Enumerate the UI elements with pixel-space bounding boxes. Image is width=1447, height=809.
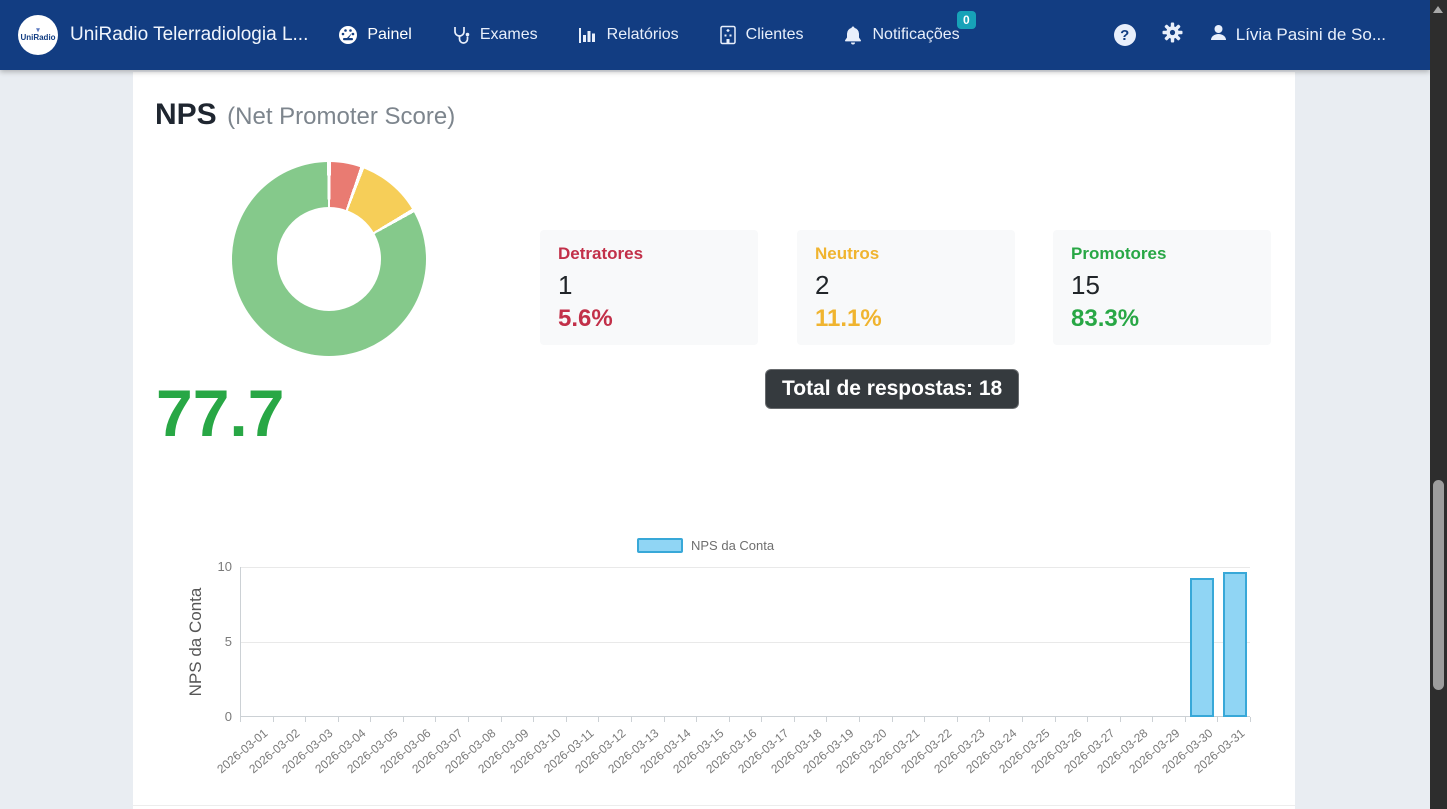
nps-subtitle: (Net Promoter Score) bbox=[227, 103, 455, 130]
help-button[interactable]: ? bbox=[1114, 24, 1136, 46]
user-icon bbox=[1209, 23, 1228, 47]
notification-badge: 0 bbox=[957, 11, 976, 29]
x-tick-mark bbox=[273, 717, 274, 722]
bar-chart-icon bbox=[578, 25, 598, 45]
gridline bbox=[241, 642, 1250, 643]
x-tick-mark bbox=[533, 717, 534, 722]
nav-item-clientes[interactable]: Clientes bbox=[719, 25, 804, 45]
x-tick-mark bbox=[240, 717, 241, 722]
nav-item-label: Notificações bbox=[872, 26, 959, 44]
y-tick-label: 10 bbox=[192, 559, 232, 574]
y-tick-label: 5 bbox=[192, 634, 232, 649]
y-tick-label: 0 bbox=[192, 709, 232, 724]
nav-item-label: Relatórios bbox=[607, 26, 679, 44]
nav-items: Painel Exames Relatórios Clientes Notifi… bbox=[338, 25, 959, 45]
x-tick-mark bbox=[1055, 717, 1056, 722]
bar-2026-03-31[interactable] bbox=[1223, 572, 1247, 718]
user-menu[interactable]: Lívia Pasini de So... bbox=[1209, 23, 1386, 47]
nps-donut-chart[interactable] bbox=[232, 162, 426, 356]
x-tick-mark bbox=[989, 717, 990, 722]
x-tick-mark bbox=[1185, 717, 1186, 722]
x-tick-mark bbox=[924, 717, 925, 722]
stat-percent: 5.6% bbox=[558, 305, 740, 333]
legend-label: NPS da Conta bbox=[691, 538, 774, 553]
donut-hole bbox=[277, 207, 381, 311]
gear-icon bbox=[1162, 22, 1183, 48]
nav-item-label: Exames bbox=[480, 26, 538, 44]
logo-text: UniRadio bbox=[20, 33, 55, 42]
x-tick-mark bbox=[1087, 717, 1088, 722]
x-tick-mark bbox=[957, 717, 958, 722]
brand-logo-icon: ▾ UniRadio bbox=[18, 15, 58, 55]
stat-label: Detratores bbox=[558, 244, 740, 264]
x-tick-mark bbox=[435, 717, 436, 722]
section-divider bbox=[133, 805, 1295, 806]
x-tick-mark bbox=[468, 717, 469, 722]
navbar: ▾ UniRadio UniRadio Telerradiologia L...… bbox=[0, 0, 1430, 70]
x-tick-mark bbox=[403, 717, 404, 722]
x-tick-mark bbox=[1022, 717, 1023, 722]
x-tick-mark bbox=[761, 717, 762, 722]
nav-item-label: Clientes bbox=[746, 26, 804, 44]
scroll-up-arrow-icon[interactable] bbox=[1433, 6, 1443, 13]
legend-swatch bbox=[637, 538, 683, 553]
x-tick-mark bbox=[1250, 717, 1251, 722]
x-tick-mark bbox=[826, 717, 827, 722]
settings-button[interactable] bbox=[1162, 22, 1183, 48]
gauge-icon bbox=[338, 25, 358, 45]
stat-card-neutros: Neutros 2 11.1% bbox=[797, 230, 1015, 345]
stat-count: 2 bbox=[815, 270, 997, 301]
x-tick-mark bbox=[729, 717, 730, 722]
x-tick-mark bbox=[305, 717, 306, 722]
stat-label: Promotores bbox=[1071, 244, 1253, 264]
x-tick-mark bbox=[338, 717, 339, 722]
scrollbar-thumb[interactable] bbox=[1433, 480, 1444, 690]
bell-icon bbox=[843, 25, 863, 45]
bar-chart-plot-area[interactable] bbox=[240, 567, 1250, 717]
x-tick-mark bbox=[664, 717, 665, 722]
nav-item-notificacoes[interactable]: Notificações 0 bbox=[843, 25, 959, 45]
x-tick-mark bbox=[631, 717, 632, 722]
stat-card-detratores: Detratores 1 5.6% bbox=[540, 230, 758, 345]
x-tick-mark bbox=[859, 717, 860, 722]
stethoscope-icon bbox=[452, 25, 471, 45]
nps-panel: NPS (Net Promoter Score) 77.7 Detratores… bbox=[133, 72, 1295, 809]
hospital-icon bbox=[719, 25, 737, 45]
nav-right: ? Lívia Pasini de So... bbox=[1114, 22, 1412, 48]
x-tick-mark bbox=[1152, 717, 1153, 722]
x-tick-mark bbox=[501, 717, 502, 722]
user-name: Lívia Pasini de So... bbox=[1236, 25, 1386, 45]
total-responses-tooltip: Total de respostas: 18 bbox=[765, 369, 1019, 409]
help-icon: ? bbox=[1114, 24, 1136, 46]
x-tick-mark bbox=[370, 717, 371, 722]
x-tick-mark bbox=[1120, 717, 1121, 722]
x-tick-mark bbox=[794, 717, 795, 722]
nav-item-label: Painel bbox=[367, 26, 411, 44]
nps-score: 77.7 bbox=[156, 380, 284, 446]
brand[interactable]: ▾ UniRadio UniRadio Telerradiologia L... bbox=[18, 15, 308, 55]
nav-item-painel[interactable]: Painel bbox=[338, 25, 411, 45]
chart-legend[interactable]: NPS da Conta bbox=[637, 538, 774, 553]
x-tick-mark bbox=[1217, 717, 1218, 722]
stat-percent: 83.3% bbox=[1071, 305, 1253, 333]
nav-item-relatorios[interactable]: Relatórios bbox=[578, 25, 679, 45]
x-tick-mark bbox=[696, 717, 697, 722]
nav-item-exames[interactable]: Exames bbox=[452, 25, 538, 45]
stat-count: 1 bbox=[558, 270, 740, 301]
page-title: NPS (Net Promoter Score) bbox=[155, 98, 455, 132]
gridline bbox=[241, 567, 1250, 568]
stat-card-promotores: Promotores 15 83.3% bbox=[1053, 230, 1271, 345]
stat-percent: 11.1% bbox=[815, 305, 997, 333]
bar-2026-03-30[interactable] bbox=[1190, 578, 1214, 718]
nps-title: NPS bbox=[155, 98, 217, 131]
x-tick-mark bbox=[892, 717, 893, 722]
brand-title: UniRadio Telerradiologia L... bbox=[70, 24, 308, 46]
page-scrollbar[interactable] bbox=[1430, 0, 1447, 809]
stat-count: 15 bbox=[1071, 270, 1253, 301]
x-tick-mark bbox=[598, 717, 599, 722]
x-tick-mark bbox=[566, 717, 567, 722]
stat-label: Neutros bbox=[815, 244, 997, 264]
